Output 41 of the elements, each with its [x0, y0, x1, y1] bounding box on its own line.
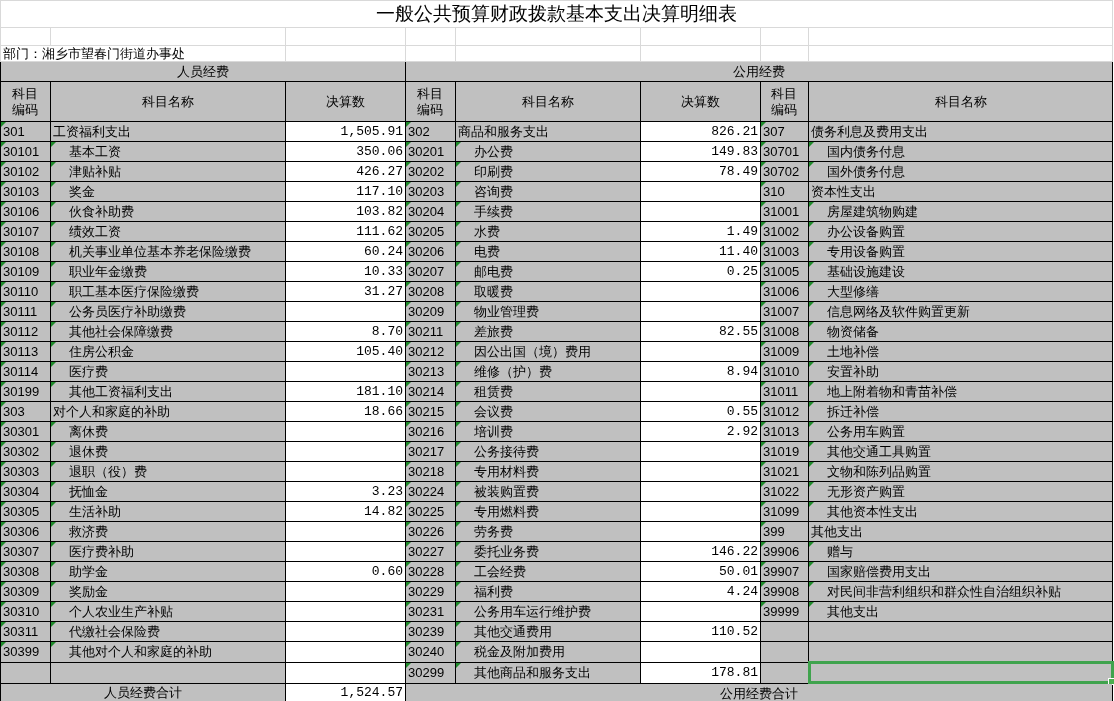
table-cell: 301: [0, 121, 51, 142]
table-cell: 30111: [0, 301, 51, 322]
column-header: 科目编码: [405, 81, 456, 122]
group-header: 公用经费: [405, 61, 1113, 82]
sheet-title: 一般公共预算财政拨款基本支出决算明细表: [376, 3, 737, 24]
table-cell: 30114: [0, 361, 51, 382]
table-cell: 30306: [0, 521, 51, 542]
table-cell: 303: [0, 401, 51, 422]
table-cell: 30310: [0, 601, 51, 622]
table-cell: 30108: [0, 241, 51, 262]
table-cell[interactable]: [808, 662, 1113, 683]
department-label: 部门：湘乡市望春门街道办事处: [3, 46, 185, 61]
group-header: 人员经费: [0, 61, 406, 82]
table-cell: 30311: [0, 621, 51, 642]
table-cell: 30110: [0, 281, 51, 302]
table-cell: 30102: [0, 161, 51, 182]
table-cell: 30309: [0, 581, 51, 602]
column-header: 科目名称: [50, 81, 286, 122]
table-cell: 30112: [0, 321, 51, 342]
table-cell: 30113: [0, 341, 51, 362]
table-cell: 30199: [0, 381, 51, 402]
table-cell: [0, 662, 51, 683]
table-cell: 30308: [0, 561, 51, 582]
table-cell: 30107: [0, 221, 51, 242]
column-header: 科目编码: [0, 81, 51, 122]
table-cell: 30101: [0, 141, 51, 162]
table-cell: 30399: [0, 641, 51, 662]
table-cell: 30307: [0, 541, 51, 562]
table-cell: 30302: [0, 441, 51, 462]
column-header: 决算数: [285, 81, 406, 122]
table-cell: 30109: [0, 261, 51, 282]
table-cell: 30303: [0, 461, 51, 482]
column-header: 科目名称: [808, 81, 1113, 122]
column-header: 科目编码: [760, 81, 809, 122]
table-cell: 30301: [0, 421, 51, 442]
table-cell: 30304: [0, 481, 51, 502]
table-cell: 30106: [0, 201, 51, 222]
table-cell: 30305: [0, 501, 51, 522]
column-header: 决算数: [640, 81, 761, 122]
column-header: 科目名称: [455, 81, 641, 122]
table-cell: 30103: [0, 181, 51, 202]
